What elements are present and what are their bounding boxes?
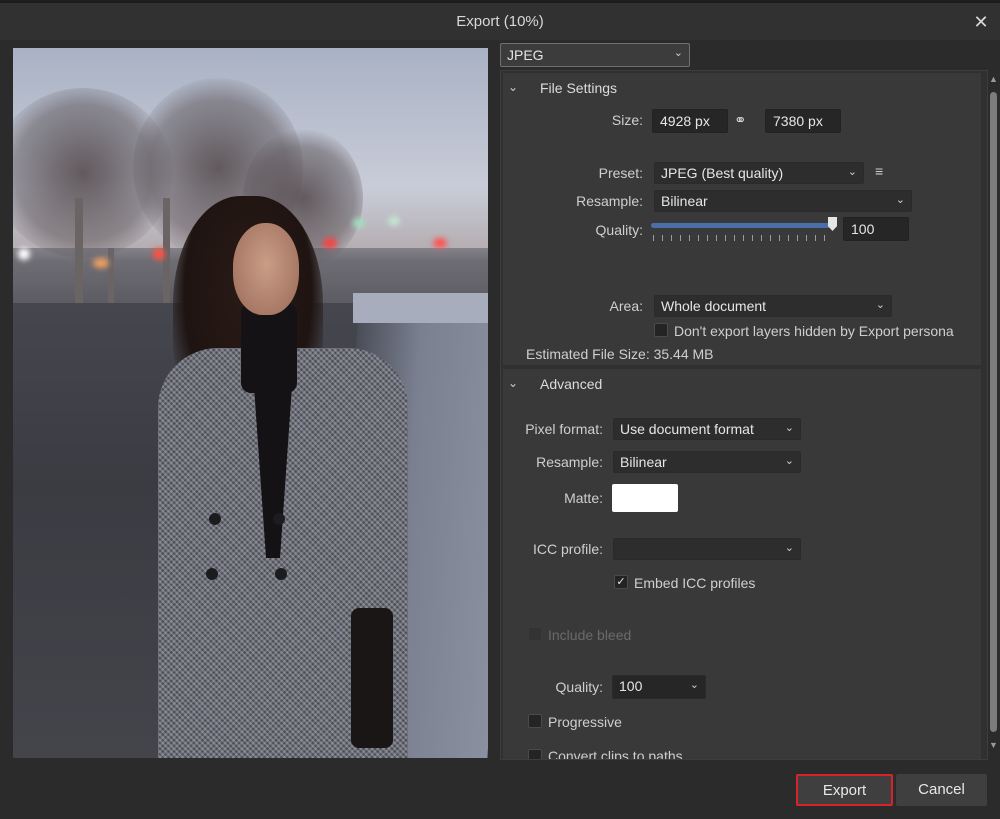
icc-profile-select[interactable]: ⌄ bbox=[613, 538, 801, 560]
scroll-up-icon[interactable]: ▲ bbox=[989, 74, 998, 84]
quality-slider-ticks bbox=[653, 235, 833, 241]
link-icon[interactable]: ⚭ bbox=[734, 111, 747, 129]
embed-icc-checkbox[interactable]: ✓ bbox=[614, 575, 628, 589]
chevron-down-icon: ⌄ bbox=[784, 542, 794, 554]
chevron-down-icon: ⌄ bbox=[784, 422, 794, 434]
area-select[interactable]: Whole document ⌄ bbox=[654, 295, 892, 317]
title-bar: Export (10%) ✕ bbox=[0, 0, 1000, 40]
pixel-format-value: Use document format bbox=[620, 421, 754, 437]
quality-slider-track[interactable] bbox=[651, 223, 833, 228]
chevron-down-icon: ⌄ bbox=[689, 679, 699, 691]
scroll-thumb[interactable] bbox=[990, 92, 997, 732]
format-select[interactable]: JPEG ⌄ bbox=[500, 43, 690, 67]
area-label: Area: bbox=[609, 298, 643, 314]
chevron-down-icon: ⌄ bbox=[847, 166, 857, 178]
cancel-button[interactable]: Cancel bbox=[896, 774, 987, 806]
advanced-quality-label: Quality: bbox=[555, 679, 603, 695]
convert-clips-checkbox[interactable] bbox=[528, 749, 542, 759]
advanced-resample-value: Bilinear bbox=[620, 454, 667, 470]
close-icon[interactable]: ✕ bbox=[970, 11, 992, 33]
size-label: Size: bbox=[611, 112, 643, 128]
collapse-arrow-icon[interactable]: ⌄ bbox=[508, 376, 518, 390]
area-value: Whole document bbox=[661, 298, 767, 314]
matte-label: Matte: bbox=[564, 490, 603, 506]
settings-scrollbar[interactable]: ▲ ▼ bbox=[988, 70, 1000, 760]
export-button[interactable]: Export bbox=[796, 774, 893, 806]
preset-select[interactable]: JPEG (Best quality) ⌄ bbox=[654, 162, 864, 184]
chevron-down-icon: ⌄ bbox=[875, 299, 885, 311]
resample-select[interactable]: Bilinear ⌄ bbox=[654, 190, 912, 212]
settings-panel[interactable]: ⌄ File Settings Size: 4928 px ⚭ 7380 px … bbox=[500, 70, 988, 760]
menu-icon[interactable]: ≡ bbox=[875, 163, 883, 179]
quality-field[interactable]: 100 bbox=[843, 217, 909, 241]
quality-slider-thumb[interactable] bbox=[828, 217, 837, 231]
format-value: JPEG bbox=[507, 47, 544, 63]
advanced-quality-value: 100 bbox=[619, 678, 643, 694]
file-settings-section: ⌄ File Settings Size: 4928 px ⚭ 7380 px … bbox=[503, 73, 981, 365]
advanced-section: ⌄ Advanced Pixel format: Use document fo… bbox=[503, 369, 981, 760]
width-field[interactable]: 4928 px bbox=[652, 109, 728, 133]
preset-label: Preset: bbox=[598, 165, 643, 181]
advanced-title: Advanced bbox=[540, 376, 603, 392]
hidden-layers-checkbox[interactable] bbox=[654, 323, 668, 337]
include-bleed-checkbox[interactable] bbox=[528, 627, 542, 641]
export-preview-image bbox=[13, 48, 488, 758]
convert-clips-label: Convert clips to paths bbox=[548, 748, 683, 760]
file-settings-header[interactable]: ⌄ File Settings bbox=[503, 73, 981, 103]
advanced-header[interactable]: ⌄ Advanced bbox=[503, 369, 981, 399]
pixel-format-label: Pixel format: bbox=[525, 421, 603, 437]
quality-label: Quality: bbox=[595, 222, 643, 238]
scroll-down-icon[interactable]: ▼ bbox=[989, 740, 998, 750]
file-settings-title: File Settings bbox=[540, 80, 618, 96]
resample-value: Bilinear bbox=[661, 193, 708, 209]
resample-label: Resample: bbox=[576, 193, 643, 209]
height-field[interactable]: 7380 px bbox=[765, 109, 841, 133]
estimated-file-size: Estimated File Size: 35.44 MB bbox=[526, 346, 714, 362]
collapse-arrow-icon[interactable]: ⌄ bbox=[508, 80, 518, 94]
icc-profile-label: ICC profile: bbox=[532, 541, 603, 557]
pixel-format-select[interactable]: Use document format ⌄ bbox=[613, 418, 801, 440]
progressive-label: Progressive bbox=[548, 714, 622, 730]
embed-icc-label: Embed ICC profiles bbox=[634, 575, 756, 591]
include-bleed-label: Include bleed bbox=[548, 627, 632, 643]
advanced-resample-select[interactable]: Bilinear ⌄ bbox=[613, 451, 801, 473]
chevron-down-icon: ⌄ bbox=[784, 455, 794, 467]
advanced-quality-select[interactable]: 100 ⌄ bbox=[612, 675, 706, 699]
chevron-down-icon: ⌄ bbox=[895, 194, 905, 206]
matte-color-swatch[interactable] bbox=[612, 484, 678, 512]
progressive-checkbox[interactable] bbox=[528, 714, 542, 728]
dialog-title: Export (10%) bbox=[456, 13, 544, 30]
chevron-down-icon: ⌄ bbox=[673, 47, 683, 59]
preset-value: JPEG (Best quality) bbox=[661, 165, 784, 181]
hidden-layers-label: Don't export layers hidden by Export per… bbox=[674, 323, 954, 339]
advanced-resample-label: Resample: bbox=[536, 454, 603, 470]
